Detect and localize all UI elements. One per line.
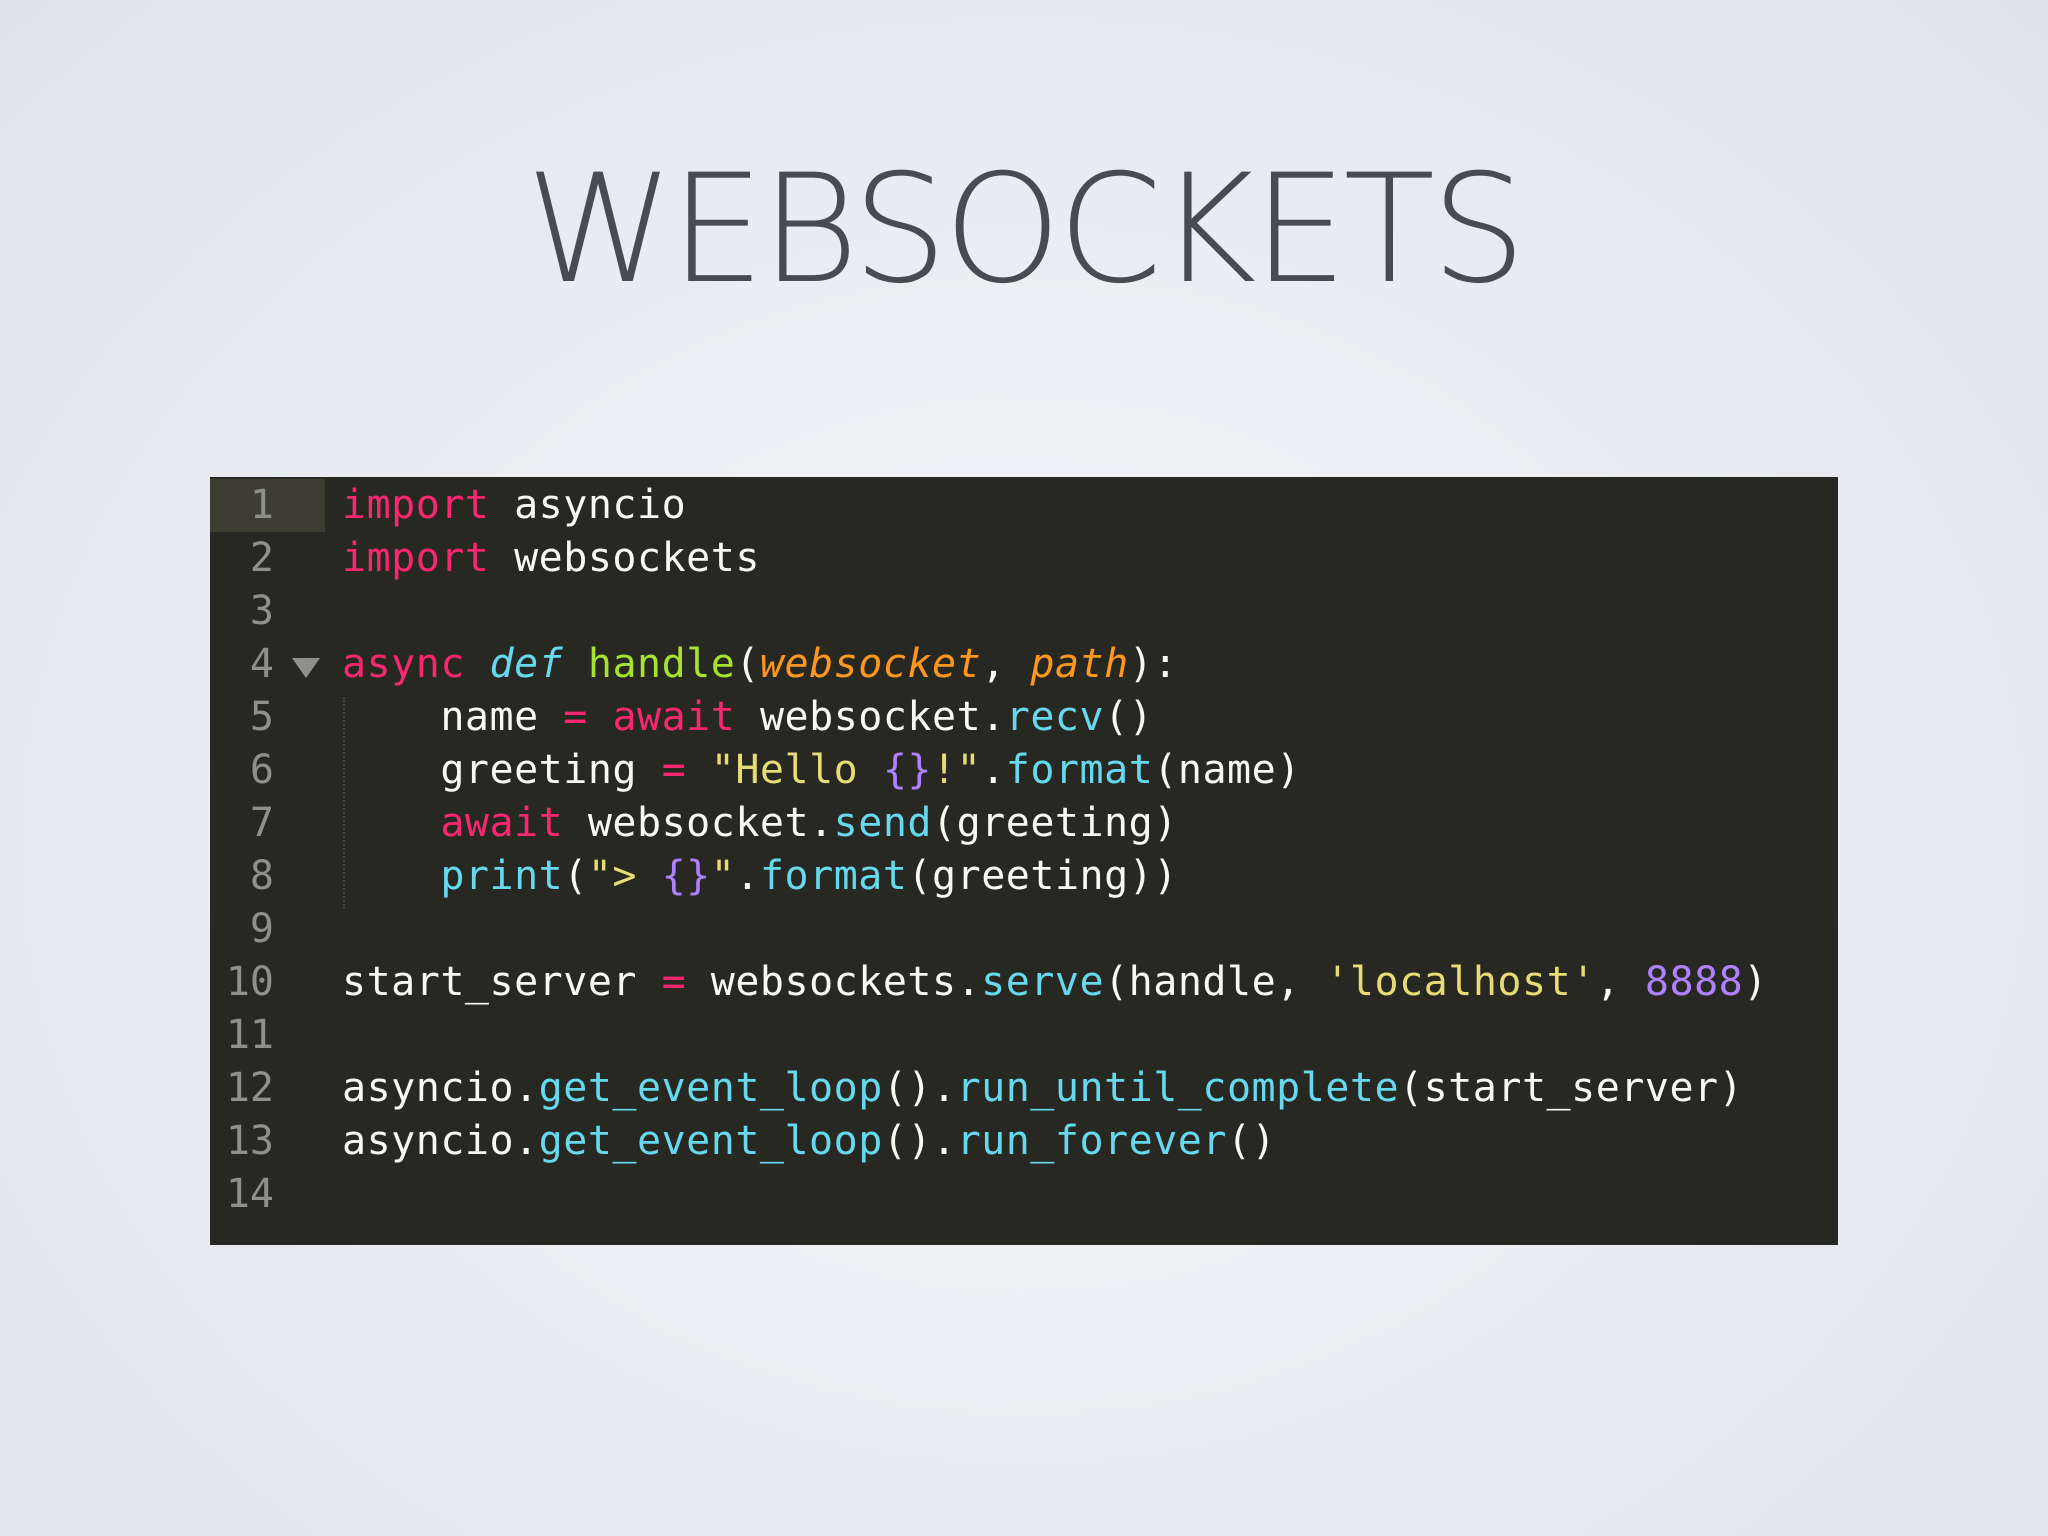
- code-token: "Hello: [710, 747, 883, 793]
- code-token: ": [710, 853, 736, 899]
- code-token: ,: [981, 641, 1031, 687]
- line-number: 8: [249, 853, 274, 899]
- code-token: =: [661, 747, 687, 793]
- slide-title: WEBSOCKETS: [525, 143, 1527, 317]
- code-token: {}: [882, 747, 933, 793]
- line-number: 6: [249, 747, 274, 793]
- line-number: 3: [249, 588, 274, 634]
- code-line: async def handle(websocket, path):: [342, 638, 1178, 691]
- line-number: 1: [249, 482, 274, 528]
- code-token: websockets.: [686, 959, 982, 1005]
- code-line: start_server = websockets.serve(handle, …: [342, 956, 1768, 1009]
- code-token: websocket.: [563, 800, 834, 846]
- code-token: (name): [1153, 747, 1301, 793]
- code-line: name = await websocket.recv(): [342, 691, 1153, 744]
- code-token: 'localhost': [1325, 959, 1596, 1005]
- code-token: start_server: [342, 959, 662, 1005]
- code-token: ):: [1128, 641, 1178, 687]
- code-token: websocket: [759, 641, 982, 687]
- code-token: import: [342, 535, 490, 581]
- line-number: 10: [225, 959, 274, 1005]
- code-token: greeting: [342, 747, 662, 793]
- code-token: serve: [981, 959, 1105, 1005]
- code-token: run_forever: [956, 1118, 1227, 1164]
- code-token: def: [489, 641, 564, 687]
- code-editor[interactable]: 1 2 3 4 5 6 7 8 9 10 11 12 13 14 import asyncio import…: [210, 477, 1838, 1245]
- code-token: websocket.: [735, 694, 1006, 740]
- line-number: 11: [225, 1012, 274, 1058]
- line-number: 9: [249, 906, 274, 952]
- code-token: run_until_complete: [956, 1065, 1400, 1111]
- code-token: get_event_loop: [538, 1118, 883, 1164]
- code-token: asyncio: [489, 482, 687, 528]
- line-number: 5: [249, 694, 274, 740]
- code-token: get_event_loop: [538, 1065, 883, 1111]
- line-number: 2: [249, 535, 274, 581]
- code-token: print: [440, 853, 564, 899]
- code-token: (start_server): [1399, 1065, 1744, 1111]
- code-token: (: [735, 641, 760, 687]
- line-number: 14: [225, 1171, 274, 1217]
- code-line: print("> {}".format(greeting)): [342, 850, 1178, 903]
- line-number: 4: [249, 641, 274, 687]
- code-token: =: [563, 694, 588, 740]
- triangle-down-icon[interactable]: [292, 658, 320, 678]
- line-number-gutter: 1 2 3 4 5 6 7 8 9 10 11 12 13 14: [210, 477, 325, 1245]
- code-token: format: [1005, 747, 1154, 793]
- code-token: .: [735, 853, 760, 899]
- code-token: name: [342, 694, 564, 740]
- code-token: .: [981, 747, 1006, 793]
- code-token: (greeting)): [907, 853, 1178, 899]
- code-token: asyncio.: [342, 1065, 539, 1111]
- code-token: recv: [1005, 694, 1105, 740]
- code-token: await: [440, 800, 564, 846]
- code-token: =: [661, 959, 687, 1005]
- code-token: async: [342, 641, 465, 687]
- code-token: ">: [587, 853, 662, 899]
- code-token: (): [1226, 1118, 1277, 1164]
- code-token: ,: [1595, 959, 1645, 1005]
- code-token: ): [1743, 959, 1768, 1005]
- code-token: handle: [587, 641, 736, 687]
- code-token: await: [612, 694, 736, 740]
- code-token: 8888: [1644, 959, 1744, 1005]
- code-token: ().: [882, 1065, 957, 1111]
- code-token: (greeting): [931, 800, 1178, 846]
- code-line: asyncio.get_event_loop().run_forever(): [342, 1115, 1276, 1168]
- line-number: 12: [225, 1065, 274, 1111]
- code-token: !": [932, 747, 982, 793]
- code-token: send: [833, 800, 932, 846]
- code-line: asyncio.get_event_loop().run_until_compl…: [342, 1062, 1743, 1115]
- code-line: await websocket.send(greeting): [342, 797, 1178, 850]
- code-token: path: [1030, 641, 1129, 687]
- code-token: import: [342, 482, 490, 528]
- code-token: (): [1104, 694, 1154, 740]
- code-token: {}: [661, 853, 711, 899]
- line-number: 7: [249, 800, 274, 846]
- code-token: asyncio.: [342, 1118, 539, 1164]
- line-number: 13: [225, 1118, 274, 1164]
- code-line: import asyncio: [342, 479, 686, 532]
- code-token: ().: [882, 1118, 957, 1164]
- code-line: import websockets: [342, 532, 760, 585]
- code-token: websockets: [489, 535, 760, 581]
- code-token: (: [563, 853, 588, 899]
- code-line: greeting = "Hello {}!".format(name): [342, 744, 1301, 797]
- code-token: format: [759, 853, 908, 899]
- code-token: (handle,: [1104, 959, 1326, 1005]
